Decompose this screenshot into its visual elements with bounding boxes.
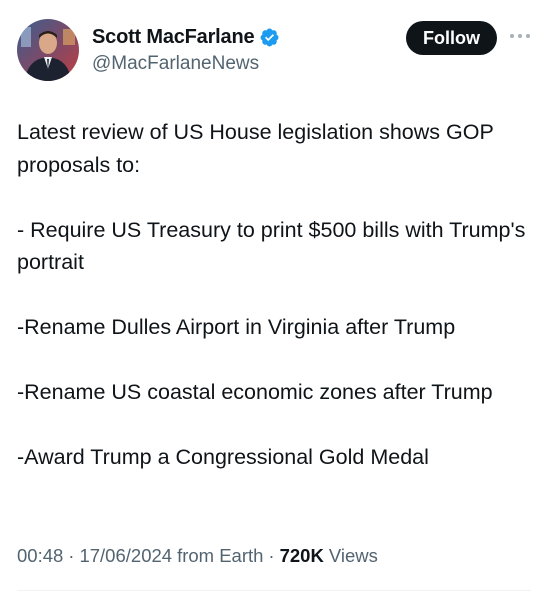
tweet-list-item: -Award Trump a Congressional Gold Medal (17, 445, 429, 469)
tweet-list-item: - Require US Treasury to print $500 bill… (17, 217, 526, 275)
tweet-meta: 00:48 · 17/06/2024 from Earth · 720K Vie… (17, 545, 378, 567)
tweet-time[interactable]: 00:48 (17, 545, 63, 567)
meta-separator: · (268, 545, 275, 566)
more-options-icon[interactable] (508, 26, 532, 46)
tweet-body: Latest review of US House legislation sh… (17, 116, 532, 474)
follow-button[interactable]: Follow (406, 21, 497, 55)
avatar-image (17, 19, 79, 81)
tweet-source: from Earth (177, 545, 264, 566)
views-count[interactable]: 720K (280, 545, 324, 567)
tweet-list-item: -Rename US coastal economic zones after … (17, 380, 493, 404)
views-label: Views (328, 545, 378, 566)
tweet-list-item: -Rename Dulles Airport in Virginia after… (17, 315, 456, 339)
avatar[interactable] (17, 19, 79, 81)
verified-badge-icon (259, 27, 280, 48)
author-name[interactable]: Scott MacFarlane (92, 26, 255, 49)
tweet-intro: Latest review of US House legislation sh… (17, 120, 494, 177)
author-handle[interactable]: @MacFarlaneNews (92, 53, 259, 75)
meta-separator: · (68, 545, 75, 566)
tweet-header: Scott MacFarlane @MacFarlaneNews Follow (0, 0, 548, 95)
author-name-row: Scott MacFarlane (92, 26, 280, 49)
divider (17, 590, 531, 591)
tweet-date[interactable]: 17/06/2024 (79, 545, 172, 567)
